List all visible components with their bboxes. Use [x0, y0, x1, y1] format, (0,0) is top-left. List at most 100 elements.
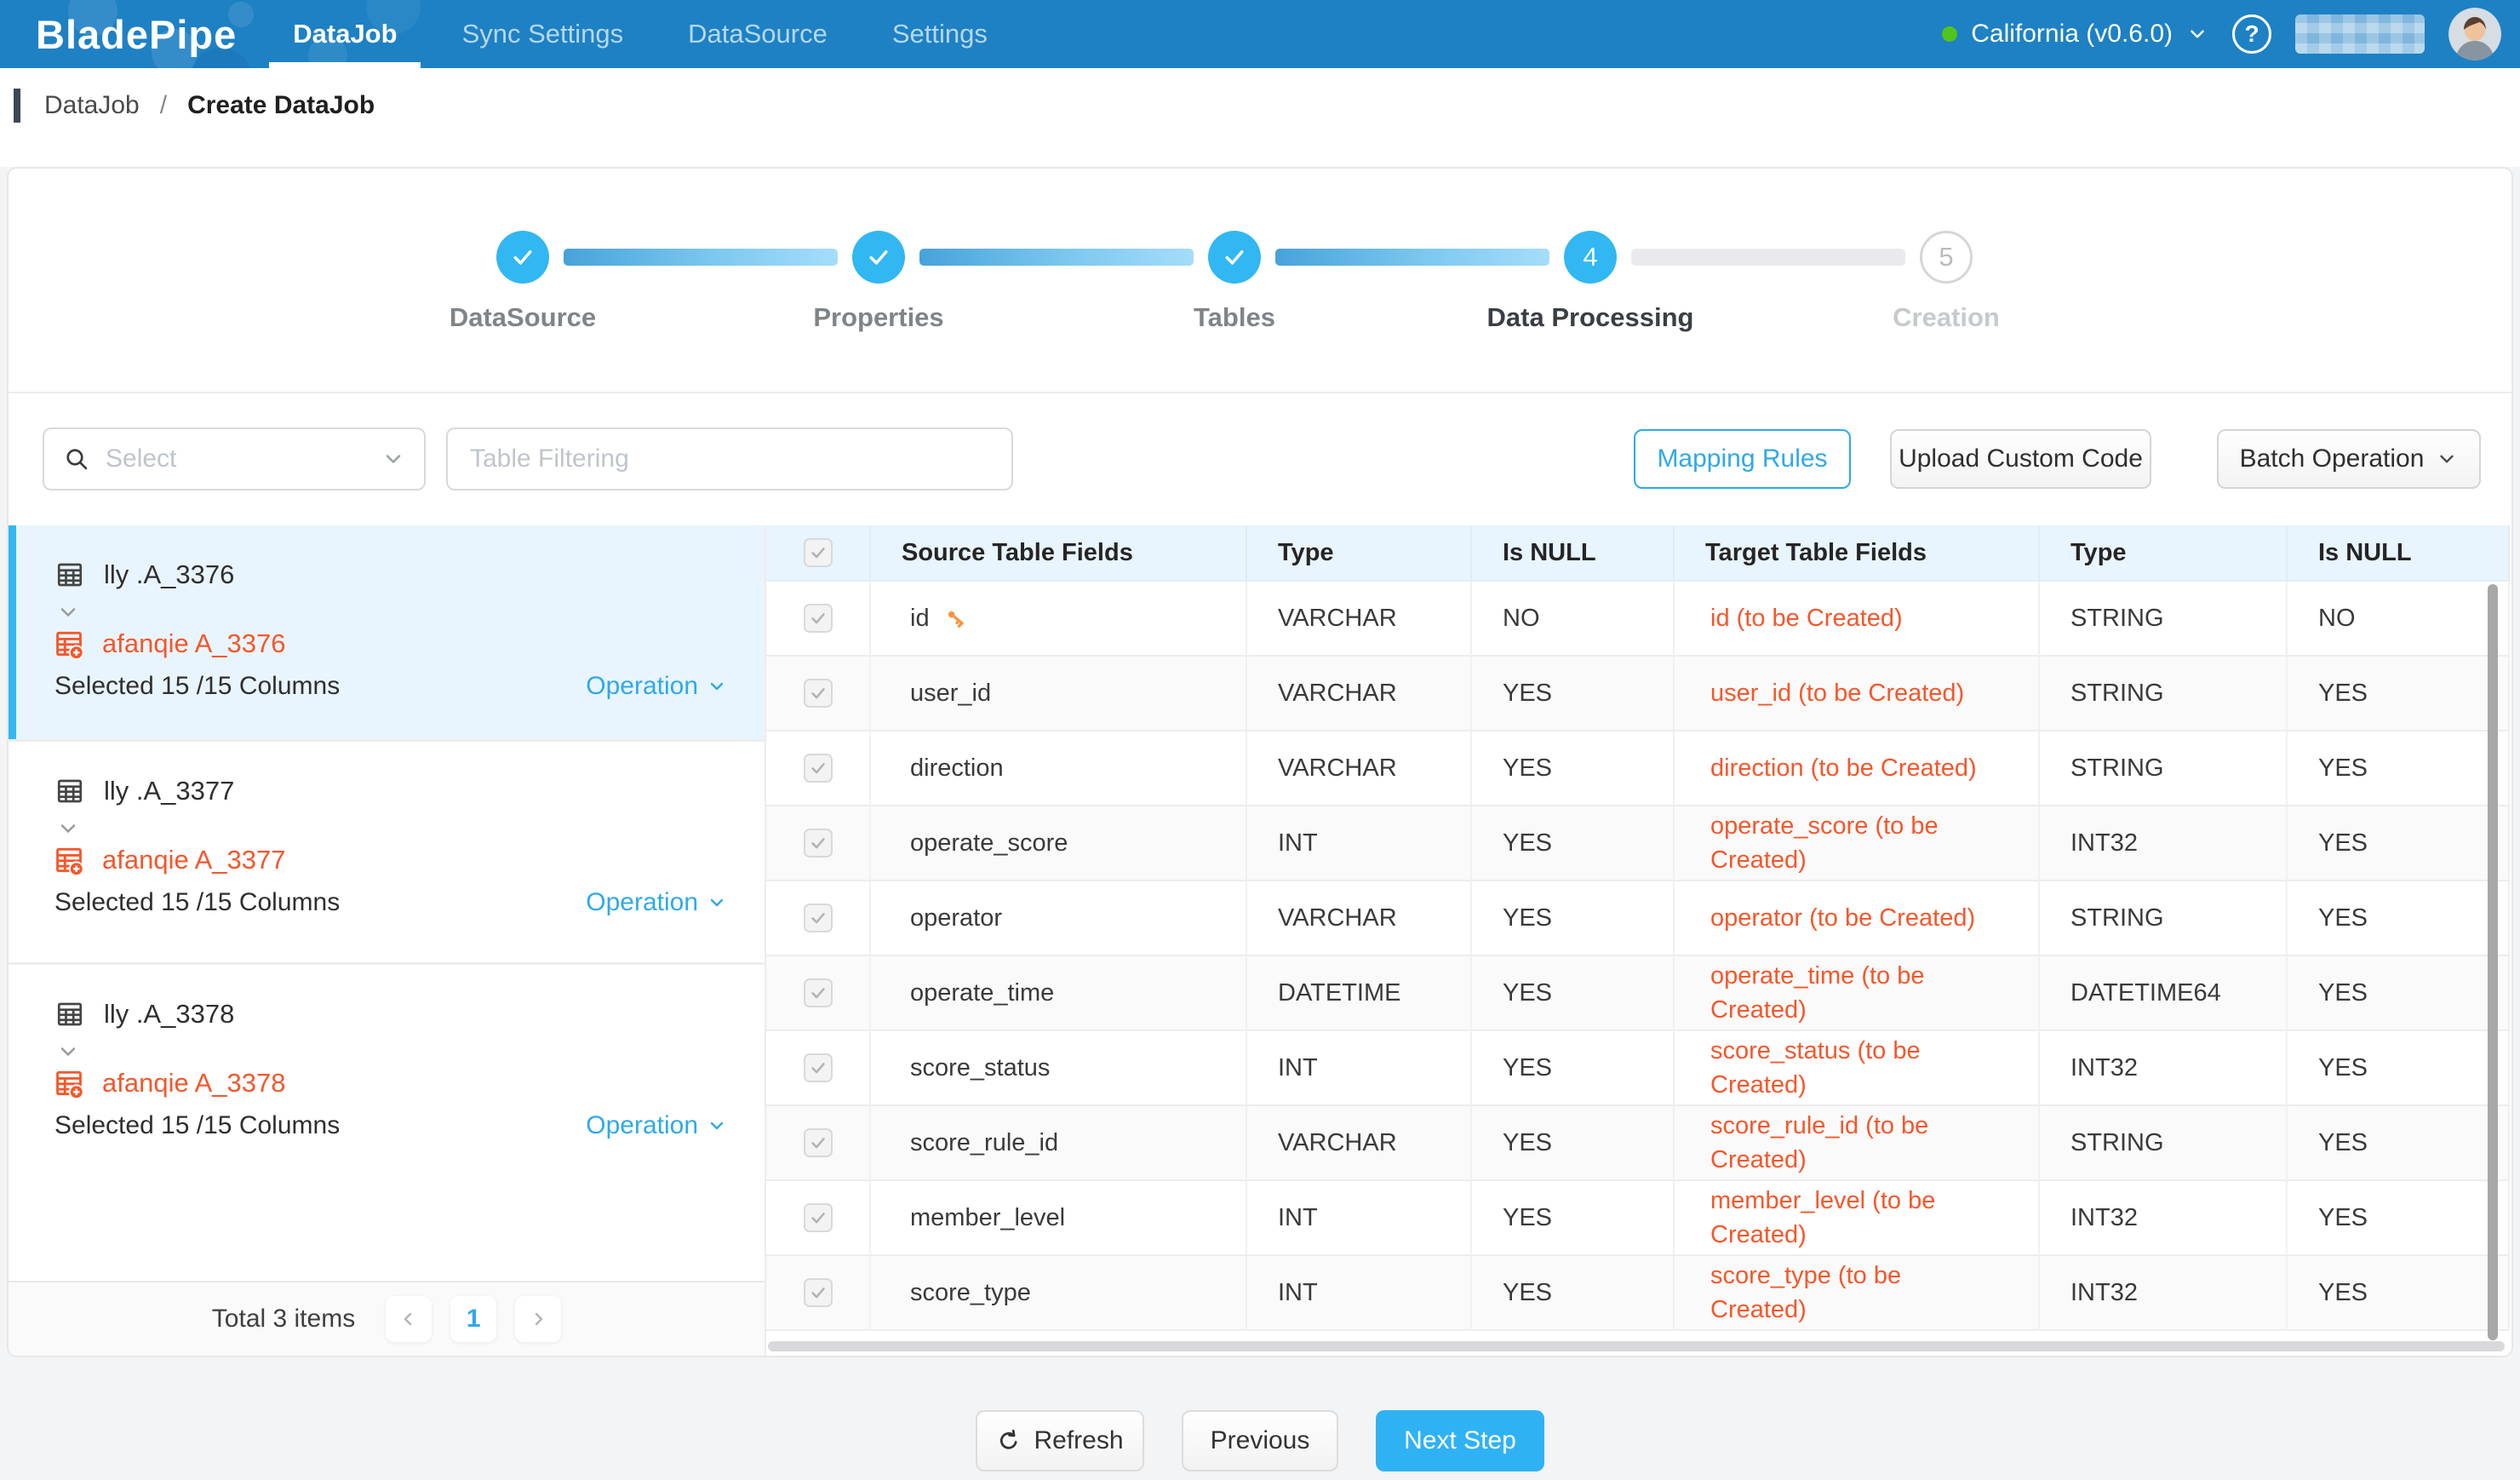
- table-pair-item[interactable]: lly .A_3378 afanqie A_3378 Selected 15 /…: [9, 962, 765, 1185]
- target-table-icon: [53, 628, 85, 660]
- target-nullable: YES: [2318, 979, 2368, 1007]
- source-field-name: operate_time: [910, 979, 1054, 1007]
- table-row: score_type INT YES score_type (to be Cre…: [766, 1256, 2510, 1331]
- row-checkbox-cell: [766, 657, 871, 731]
- target-nullable: YES: [2318, 1279, 2368, 1307]
- environment-label: California (v0.6.0): [1971, 20, 2173, 49]
- row-checkbox[interactable]: [804, 1278, 833, 1307]
- row-checkbox[interactable]: [804, 679, 833, 708]
- target-field-name: member_level (to be Created): [1710, 1184, 1979, 1252]
- refresh-button[interactable]: Refresh: [976, 1410, 1144, 1471]
- checkbox-check-icon: [809, 909, 828, 927]
- nav-tab-label: DataJob: [293, 19, 397, 49]
- source-field-name: direction: [910, 754, 1004, 783]
- step-check-icon: [866, 244, 891, 270]
- upload-custom-code-label: Upload Custom Code: [1899, 445, 2143, 473]
- target-field-name: user_id (to be Created): [1710, 676, 1964, 710]
- breadcrumb-item-datajob[interactable]: DataJob: [44, 91, 140, 120]
- target-type: INT32: [2070, 1054, 2138, 1082]
- operation-label: Operation: [586, 888, 698, 917]
- nav-tab[interactable]: Settings: [860, 0, 1020, 68]
- breadcrumb: DataJob / Create DataJob: [0, 68, 2520, 143]
- stepper-step: Tables: [1057, 231, 1412, 333]
- avatar[interactable]: [2448, 8, 2501, 60]
- target-nullable: YES: [2318, 754, 2368, 783]
- select-input[interactable]: [106, 445, 381, 473]
- target-table-name: afanqie A_3378: [102, 1068, 286, 1099]
- stepper-step: Properties: [701, 231, 1057, 333]
- column-header: Is NULL: [2288, 525, 2510, 582]
- page-button[interactable]: 1: [450, 1296, 496, 1342]
- collapse-chevron-icon[interactable]: [56, 1040, 80, 1064]
- source-field-name: operator: [910, 904, 1002, 932]
- column-header: Source Table Fields: [871, 525, 1247, 582]
- nav-tab-label: Sync Settings: [462, 19, 624, 49]
- vertical-scrollbar[interactable]: [2488, 584, 2498, 1340]
- next-step-button[interactable]: Next Step: [1376, 1410, 1544, 1471]
- mapping-rules-button[interactable]: Mapping Rules: [1634, 429, 1851, 489]
- environment-selector[interactable]: California (v0.6.0): [1942, 20, 2208, 49]
- step-circle: 4: [1564, 231, 1617, 284]
- column-header: Is NULL: [1472, 525, 1675, 582]
- nav-tab[interactable]: DataJob: [261, 0, 429, 68]
- table-pair-item[interactable]: lly .A_3376 afanqie A_3376 Selected 15 /…: [9, 525, 765, 739]
- checkbox-check-icon: [809, 1058, 828, 1077]
- row-checkbox[interactable]: [804, 1053, 833, 1082]
- target-field-name: score_status (to be Created): [1710, 1034, 1979, 1102]
- target-table-name: afanqie A_3376: [102, 628, 286, 659]
- row-checkbox[interactable]: [804, 754, 833, 783]
- collapse-chevron-icon[interactable]: [56, 817, 80, 840]
- nav-tab-label: DataSource: [688, 19, 828, 49]
- next-page-button[interactable]: [515, 1296, 561, 1342]
- collapse-chevron-icon[interactable]: [56, 600, 80, 624]
- table-row: direction VARCHAR YES direction (to be C…: [766, 731, 2510, 806]
- next-step-label: Next Step: [1404, 1426, 1516, 1455]
- row-checkbox[interactable]: [804, 903, 833, 932]
- source-nullable: YES: [1503, 1129, 1552, 1157]
- source-type: VARCHAR: [1278, 904, 1397, 932]
- table-pair-item[interactable]: lly .A_3377 afanqie A_3377 Selected 15 /…: [9, 739, 765, 962]
- step-label: DataSource: [450, 302, 596, 333]
- table-filter-input[interactable]: [448, 445, 1011, 473]
- step-number: 5: [1939, 242, 1953, 272]
- previous-button[interactable]: Previous: [1182, 1410, 1338, 1471]
- table-header: Source Table Fields Type Is NULL Target …: [766, 525, 2510, 582]
- operation-link[interactable]: Operation: [586, 888, 727, 917]
- source-field-name: score_type: [910, 1279, 1031, 1307]
- horizontal-scrollbar[interactable]: [768, 1341, 2505, 1351]
- target-field-name: id (to be Created): [1710, 601, 1903, 635]
- stepper-step: 5 Creation: [1768, 231, 2124, 333]
- table-select-combo[interactable]: [43, 427, 426, 490]
- source-nullable: YES: [1503, 680, 1552, 708]
- target-nullable: YES: [2318, 1129, 2368, 1157]
- source-table-icon: [54, 559, 85, 590]
- row-checkbox[interactable]: [804, 604, 833, 633]
- row-checkbox[interactable]: [804, 1203, 833, 1232]
- column-header-label: Type: [2070, 539, 2127, 567]
- upload-custom-code-button[interactable]: Upload Custom Code: [1890, 429, 2151, 489]
- prev-page-button[interactable]: [386, 1296, 432, 1342]
- row-checkbox[interactable]: [804, 978, 833, 1007]
- batch-operation-button[interactable]: Batch Operation: [2217, 429, 2481, 489]
- step-label: Data Processing: [1487, 302, 1694, 333]
- chevron-down-icon: [707, 892, 727, 913]
- row-checkbox[interactable]: [804, 1128, 833, 1157]
- step-number: 4: [1583, 242, 1597, 272]
- mapping-rules-label: Mapping Rules: [1657, 445, 1827, 473]
- help-button[interactable]: ?: [2232, 14, 2271, 54]
- nav-tab[interactable]: DataSource: [656, 0, 860, 68]
- header-checkbox[interactable]: [804, 538, 833, 567]
- field-mapping-table: Source Table Fields Type Is NULL Target …: [766, 525, 2510, 1351]
- target-field-name: score_rule_id (to be Created): [1710, 1109, 1979, 1177]
- checkbox-check-icon: [809, 543, 828, 562]
- source-table-name: lly .A_3377: [104, 776, 234, 806]
- header-checkbox-cell: [766, 525, 871, 582]
- nav-tab[interactable]: Sync Settings: [430, 0, 656, 68]
- operation-link[interactable]: Operation: [586, 672, 727, 701]
- source-nullable: YES: [1503, 1204, 1552, 1232]
- previous-label: Previous: [1211, 1426, 1310, 1455]
- row-checkbox[interactable]: [804, 829, 833, 858]
- operation-link[interactable]: Operation: [586, 1111, 727, 1140]
- table-row: score_status INT YES score_status (to be…: [766, 1031, 2510, 1106]
- source-type: VARCHAR: [1278, 680, 1397, 708]
